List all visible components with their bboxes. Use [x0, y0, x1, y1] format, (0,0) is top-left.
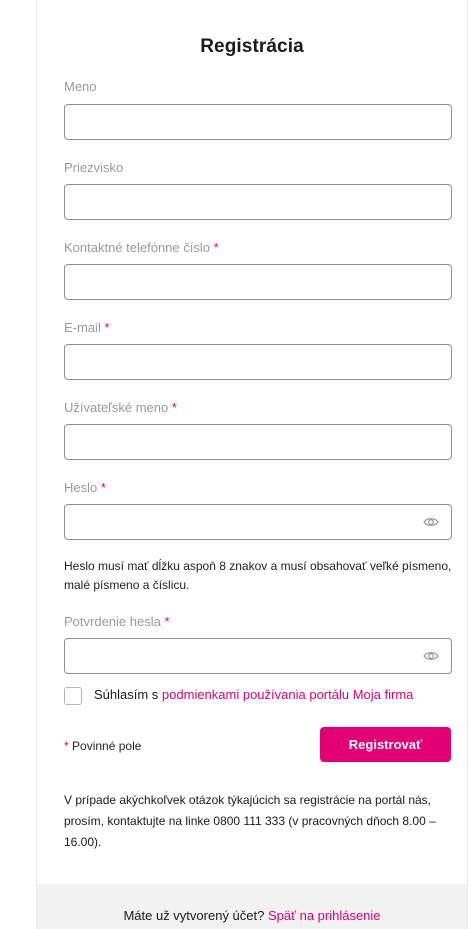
- footer-prefix: Máte už vytvorený účet?: [123, 908, 268, 923]
- email-label: E-mail *: [64, 320, 110, 335]
- back-to-login-link[interactable]: Späť na prihlásenie: [268, 908, 381, 923]
- phone-input[interactable]: [64, 264, 452, 300]
- password-hint: Heslo musí mať dĺžku aspoň 8 znakov a mu…: [64, 559, 452, 592]
- password-label-text: Heslo: [64, 480, 98, 495]
- required-note-text: Povinné pole: [72, 739, 142, 753]
- username-input[interactable]: [64, 424, 452, 460]
- username-label: Užívateľské meno *: [64, 400, 177, 415]
- email-label-text: E-mail: [64, 320, 101, 335]
- password-label: Heslo *: [64, 480, 106, 495]
- required-asterisk: *: [171, 400, 177, 415]
- register-button[interactable]: Registrovať: [320, 727, 451, 762]
- eye-icon[interactable]: [423, 650, 439, 662]
- terms-text: Súhlasím s podmienkami používania portál…: [94, 687, 413, 702]
- required-asterisk: *: [164, 614, 170, 629]
- phone-label-text: Kontaktné telefónne číslo: [64, 240, 210, 255]
- page-title: Registrácia: [200, 36, 304, 57]
- required-asterisk: *: [64, 739, 69, 753]
- required-asterisk: *: [100, 480, 106, 495]
- required-asterisk: *: [213, 240, 219, 255]
- last-name-label-text: Priezvisko: [64, 160, 124, 175]
- phone-label: Kontaktné telefónne číslo *: [64, 240, 219, 255]
- terms-prefix: Súhlasím s: [94, 687, 162, 702]
- required-asterisk: *: [104, 320, 110, 335]
- password-confirm-label: Potvrdenie hesla *: [64, 614, 170, 629]
- password-confirm-input[interactable]: [64, 638, 452, 674]
- registration-card: Registrácia Meno Priezvisko Kontaktné te…: [36, 0, 468, 929]
- last-name-input[interactable]: [64, 184, 452, 220]
- first-name-input[interactable]: [64, 104, 452, 140]
- terms-checkbox[interactable]: [64, 687, 82, 705]
- footer-text: Máte už vytvorený účet? Späť na prihláse…: [37, 908, 467, 923]
- eye-icon[interactable]: [423, 516, 439, 528]
- email-input[interactable]: [64, 344, 452, 380]
- required-note: * Povinné pole: [64, 739, 141, 753]
- username-label-text: Užívateľské meno: [64, 400, 169, 415]
- contact-info: V prípade akýchkoľvek otázok týkajúcich …: [64, 793, 436, 849]
- first-name-label: Meno: [64, 79, 97, 94]
- last-name-label: Priezvisko: [64, 160, 123, 175]
- password-confirm-label-text: Potvrdenie hesla: [64, 614, 161, 629]
- footer: Máte už vytvorený účet? Späť na prihláse…: [37, 884, 467, 929]
- first-name-label-text: Meno: [64, 79, 97, 94]
- password-input[interactable]: [64, 504, 452, 540]
- terms-link[interactable]: podmienkami používania portálu Moja firm…: [162, 687, 413, 702]
